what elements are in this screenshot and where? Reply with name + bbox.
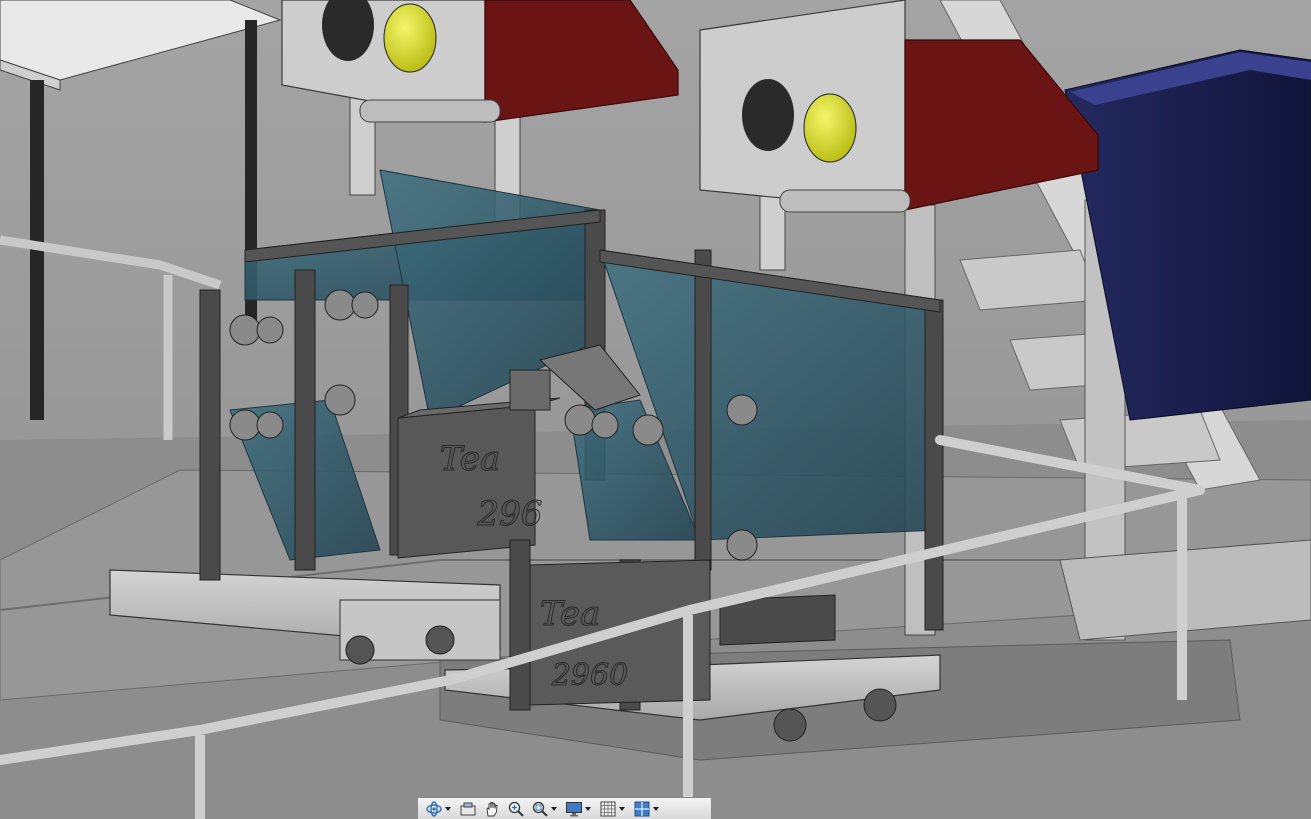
orbit-icon <box>426 800 442 817</box>
robot-right-team-label-top: Tea <box>540 594 600 634</box>
zoom-tool[interactable] <box>504 799 528 819</box>
view-navigation-toolbar <box>417 797 712 819</box>
3d-viewport[interactable]: Tea 296 Tea 2960 <box>0 0 1311 819</box>
orbit-tool[interactable] <box>422 799 456 819</box>
robot-right-team-label-bottom: 2960 <box>551 658 628 693</box>
zoom-icon <box>508 801 524 817</box>
pan-tool[interactable] <box>480 799 504 819</box>
orbit-dropdown-icon[interactable] <box>445 806 451 811</box>
viewports-dropdown-icon[interactable] <box>653 806 659 811</box>
grid-tool[interactable] <box>596 799 630 819</box>
stair-step-1 <box>959 249 1101 311</box>
grid-dropdown-icon[interactable] <box>619 806 625 811</box>
look-at-tool[interactable] <box>456 799 480 819</box>
grid-icon <box>600 801 616 816</box>
zoom-window-icon <box>532 801 548 817</box>
look-at-icon <box>460 802 476 815</box>
cad-scene: Tea 296 Tea 2960 <box>0 0 1311 819</box>
zoom-window-tool[interactable] <box>528 799 562 819</box>
pan-hand-icon <box>486 801 498 816</box>
display-settings-tool[interactable] <box>562 799 596 819</box>
zoom-window-dropdown-icon[interactable] <box>551 806 557 811</box>
display-settings-dropdown-icon[interactable] <box>585 806 591 811</box>
display-settings-icon <box>566 801 582 816</box>
viewports-tool[interactable] <box>630 799 664 819</box>
robot-left-team-label-top: Tea <box>440 439 500 479</box>
viewports-icon <box>634 801 650 816</box>
robot-left-team-label-bottom: 296 <box>477 494 543 534</box>
